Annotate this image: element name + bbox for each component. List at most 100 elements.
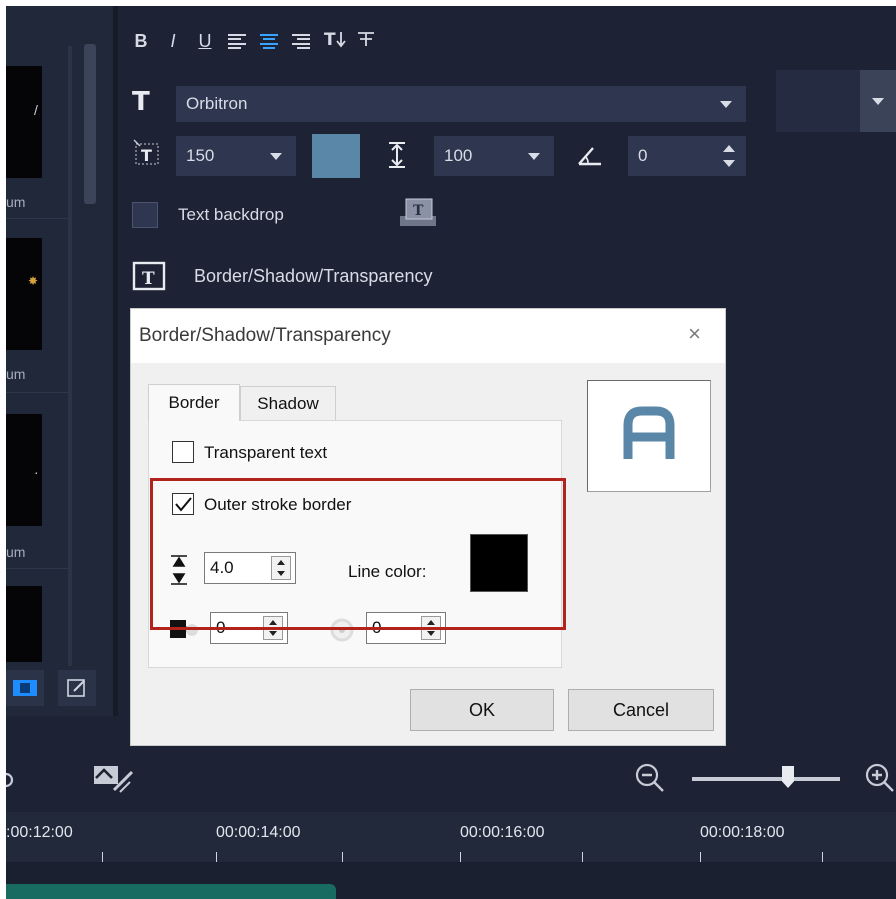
library-thumbnail[interactable]: / (6, 66, 42, 178)
checkmark-icon (175, 497, 192, 512)
underline-button[interactable]: U (196, 31, 214, 52)
text-backdrop-checkbox[interactable] (132, 202, 158, 228)
transparent-text-checkbox[interactable] (172, 441, 194, 463)
font-dropdown[interactable]: Orbitron (176, 86, 746, 122)
transparent-text-label: Transparent text (204, 443, 328, 462)
text-preview (587, 380, 711, 492)
library-separator (6, 218, 68, 219)
ruler-tick (342, 852, 343, 862)
tab-border-label: Border (168, 393, 220, 412)
tab-shadow[interactable]: Shadow (240, 386, 336, 420)
library-scrollbar[interactable] (84, 44, 96, 204)
font-dropdown-value: Orbitron (186, 94, 248, 113)
style-preset-dropdown[interactable] (860, 70, 896, 132)
tab-border[interactable]: Border (148, 384, 240, 421)
text-format-toolbar: B I U T (132, 30, 374, 53)
zoom-in-icon[interactable] (864, 762, 896, 794)
align-left-button[interactable] (228, 33, 246, 50)
spin-down-arrow (427, 631, 435, 636)
cancel-button[interactable]: Cancel (568, 689, 714, 731)
library-thumbnail[interactable]: ✸ (6, 238, 42, 350)
svg-text:T: T (142, 269, 155, 289)
stepper-arrows-icon[interactable] (421, 616, 441, 640)
line-color-swatch[interactable] (470, 534, 528, 592)
stepper-arrows-icon[interactable] (263, 616, 283, 640)
ruler-tick (700, 852, 701, 862)
chevron-down-icon (528, 153, 540, 160)
svg-text:T: T (141, 146, 152, 165)
rotation-value: 0 (638, 146, 648, 165)
align-right-button[interactable] (292, 33, 310, 50)
spin-down-arrow (269, 631, 277, 636)
spin-down-icon[interactable] (422, 628, 440, 639)
library-separator (6, 568, 68, 569)
zoom-slider[interactable] (692, 777, 840, 781)
border-shadow-label: Border/Shadow/Transparency (194, 266, 433, 286)
thumbnail-mark-icon: / (34, 102, 38, 118)
svg-text:T: T (413, 203, 424, 219)
ruler-timecode: 00:00:18:00 (700, 824, 785, 841)
dialog-titlebar[interactable]: Border/Shadow/Transparency × (131, 309, 725, 363)
mixer-icon[interactable] (6, 766, 16, 794)
font-size-dropdown[interactable]: 150 (176, 136, 296, 176)
spin-down-icon[interactable] (264, 628, 282, 639)
ruler-tick (102, 852, 103, 862)
softness-icon (330, 618, 354, 642)
ok-button[interactable]: OK (410, 689, 554, 731)
bold-button[interactable]: B (132, 31, 150, 52)
border-width-spinner[interactable]: 4.0 (204, 552, 296, 584)
edit-view-button[interactable] (58, 670, 96, 706)
align-center-button[interactable] (260, 33, 278, 50)
zoom-slider-handle[interactable] (782, 766, 794, 788)
tab-shadow-label: Shadow (257, 393, 319, 413)
dialog-title: Border/Shadow/Transparency (139, 325, 391, 346)
text-backdrop-label: Text backdrop (178, 205, 284, 224)
panel-divider[interactable] (113, 6, 118, 716)
timeline-ruler[interactable]: :00:12:00 00:00:14:00 00:00:16:00 00:00:… (6, 812, 896, 862)
text-color-swatch[interactable] (312, 134, 360, 178)
thumbnail-sparkle-icon: ✸ (28, 274, 39, 288)
rotation-stepper[interactable] (718, 140, 740, 172)
preview-letter-icon (623, 406, 675, 459)
outer-stroke-border-checkbox[interactable] (172, 493, 194, 515)
line-spacing-icon (389, 142, 405, 168)
cancel-button-label: Cancel (612, 699, 670, 720)
outer-stroke-border-label: Outer stroke border (204, 495, 352, 514)
border-shadow-icon[interactable]: T (132, 261, 166, 291)
ruler-timecode: 00:00:14:00 (216, 824, 301, 841)
library-thumbnail[interactable]: · (6, 414, 42, 526)
zoom-out-icon[interactable] (634, 762, 666, 794)
spin-down-arrow (277, 571, 285, 576)
timeline-clip[interactable] (6, 884, 336, 899)
vertical-text-button[interactable]: T (324, 30, 346, 53)
rotation-angle-icon (578, 147, 601, 166)
spin-up-icon[interactable] (272, 557, 290, 568)
transparency-spinner[interactable]: 0 (210, 612, 288, 644)
backdrop-settings-icon[interactable]: T (398, 196, 438, 230)
svg-text:T: T (132, 87, 150, 114)
ruler-tick (822, 852, 823, 862)
line-color-label: Line color: (348, 562, 427, 581)
stepper-arrows-icon[interactable] (271, 556, 291, 580)
italic-button[interactable]: I (164, 31, 182, 52)
library-separator (6, 392, 68, 393)
softness-spinner[interactable]: 0 (366, 612, 446, 644)
spin-up-arrow (277, 560, 285, 565)
spin-down-icon[interactable] (272, 568, 290, 579)
spin-up-icon[interactable] (264, 617, 282, 628)
line-spacing-dropdown[interactable]: 100 (434, 136, 554, 176)
style-preset-swatch[interactable] (776, 70, 860, 132)
font-size-value: 150 (186, 146, 215, 165)
library-border (68, 46, 72, 666)
library-thumbnail[interactable] (6, 586, 42, 662)
font-size-icon: T (133, 139, 159, 165)
stepper-arrows-icon (723, 145, 735, 167)
auto-adjust-icon[interactable] (92, 762, 136, 796)
storyboard-view-button[interactable] (6, 670, 44, 706)
transparency-icon (170, 620, 198, 638)
ruler-tick (460, 852, 461, 862)
text-direction-button[interactable] (356, 30, 374, 53)
close-icon[interactable]: × (688, 321, 701, 347)
spin-up-icon[interactable] (422, 617, 440, 628)
storyboard-icon (13, 680, 37, 696)
